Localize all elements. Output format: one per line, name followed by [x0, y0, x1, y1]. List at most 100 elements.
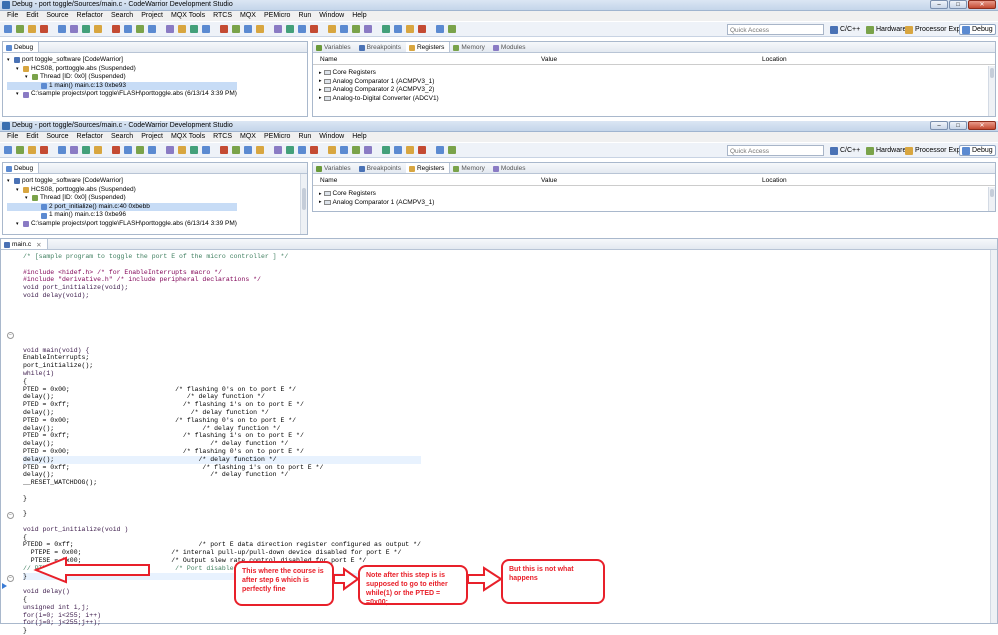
expand-toggle-icon[interactable]: ▾ [7, 177, 12, 186]
pin-icon[interactable] [364, 146, 372, 154]
column-location[interactable]: Location [762, 177, 787, 184]
expand-toggle-icon[interactable]: ▸ [319, 95, 322, 101]
drop-to-frame-icon[interactable] [148, 146, 156, 154]
register-group[interactable]: ▸ Analog Comparator 2 (ACMPV3_2) [319, 86, 434, 93]
code-line[interactable]: delay(); /* delay function */ [23, 409, 421, 417]
next-annotation-icon[interactable] [310, 146, 318, 154]
perspective-hardware[interactable]: Hardware [864, 145, 908, 156]
debug-scrollbar[interactable] [300, 174, 307, 234]
editor-scrollbar[interactable] [990, 250, 997, 623]
menu-edit[interactable]: Edit [22, 132, 42, 142]
code-line[interactable] [23, 300, 421, 308]
tab-registers[interactable]: Registers [405, 163, 451, 173]
debug-tree-item[interactable]: ▾ C:\sample projects\port toggle\FLASH\po… [7, 90, 237, 99]
code-line[interactable]: void delay(void); [23, 292, 421, 300]
tab-debug[interactable]: Debug [3, 163, 40, 173]
terminal-icon[interactable] [418, 146, 426, 154]
disconnect-icon[interactable] [94, 146, 102, 154]
debug-icon[interactable] [40, 25, 48, 33]
perspective-c-c-[interactable]: C/C++ [828, 24, 862, 35]
maximize-button[interactable]: □ [949, 0, 967, 9]
menu-source[interactable]: Source [42, 132, 72, 142]
code-line[interactable]: for(i=0; i<255; i++) [23, 612, 421, 620]
code-line[interactable]: { [23, 534, 421, 542]
registers-scrollbar[interactable] [988, 187, 995, 211]
memory-icon[interactable] [448, 25, 456, 33]
open-type-icon[interactable] [298, 25, 306, 33]
disconnect-icon[interactable] [94, 25, 102, 33]
build-icon[interactable] [256, 25, 264, 33]
code-line[interactable]: } [23, 627, 421, 635]
print-icon[interactable] [28, 146, 36, 154]
code-line[interactable]: #include <hidef.h> /* for EnableInterrup… [23, 269, 421, 277]
code-line[interactable]: __RESET_WATCHDOG(); [23, 479, 421, 487]
debug-tree-item[interactable]: ▾ Thread [ID: 0x0] (Suspended) [7, 73, 237, 82]
menu-project[interactable]: Project [137, 132, 167, 142]
code-line[interactable]: delay(); /* delay function */ [23, 440, 421, 448]
fold-toggle-icon[interactable]: − [7, 512, 14, 519]
expand-toggle-icon[interactable]: ▾ [16, 186, 21, 195]
link-icon[interactable] [394, 146, 402, 154]
tab-modules[interactable]: Modules [490, 163, 531, 173]
menu-search[interactable]: Search [107, 132, 137, 142]
window-1-titlebar[interactable]: Debug - port toggle/Sources/main.c - Cod… [0, 0, 998, 11]
code-line[interactable] [23, 487, 421, 495]
expand-toggle-icon[interactable]: ▸ [319, 87, 322, 93]
code-line[interactable]: PTESE = 0x00; /* Output slew rate contro… [23, 557, 421, 565]
step-over-icon[interactable] [124, 146, 132, 154]
open-type-icon[interactable] [298, 146, 306, 154]
edit-icon[interactable] [406, 146, 414, 154]
quick-access-input[interactable] [727, 24, 824, 35]
suspend-icon[interactable] [70, 25, 78, 33]
menu-pemicro[interactable]: PEMicro [260, 11, 294, 21]
code-line[interactable]: PTED = 0x00; /* flashing 0's on to port … [23, 448, 421, 456]
debug-tree-item[interactable]: ▾ Thread [ID: 0x0] (Suspended) [7, 194, 237, 203]
menu-help[interactable]: Help [348, 11, 370, 21]
tab-modules[interactable]: Modules [490, 42, 531, 52]
debug-tree-item[interactable]: ▾ HCS08, porttoggle.abs (Suspended) [7, 65, 237, 74]
code-line[interactable] [23, 308, 421, 316]
code-line[interactable]: delay(); /* delay function */ [23, 425, 421, 433]
new-icon[interactable] [4, 146, 12, 154]
register-group[interactable]: ▸ Analog Comparator 1 (ACMPV3_1) [319, 78, 434, 85]
menu-file[interactable]: File [3, 11, 22, 21]
next-annotation-icon[interactable] [310, 25, 318, 33]
tab-debug[interactable]: Debug [3, 42, 40, 52]
menu-mqx-tools[interactable]: MQX Tools [167, 132, 209, 142]
menu-run[interactable]: Run [294, 132, 315, 142]
code-line[interactable]: } [23, 495, 421, 503]
fold-toggle-icon[interactable]: − [7, 575, 14, 582]
search-icon[interactable] [286, 146, 294, 154]
register-icon[interactable] [436, 146, 444, 154]
perspective-debug[interactable]: Debug [959, 24, 996, 35]
code-line[interactable]: PTEDD = 0xff; /* port E data direction r… [23, 541, 421, 549]
tools-icon[interactable] [274, 146, 282, 154]
step-return-icon[interactable] [136, 146, 144, 154]
column-value[interactable]: Value [541, 177, 557, 184]
terminate-icon[interactable] [82, 146, 90, 154]
window-2-titlebar[interactable]: Debug - port toggle/Sources/main.c - Cod… [0, 121, 998, 132]
expand-toggle-icon[interactable]: ▸ [319, 199, 322, 205]
expand-toggle-icon[interactable]: ▾ [16, 90, 21, 99]
connect-icon[interactable] [232, 146, 240, 154]
refresh-icon[interactable] [382, 25, 390, 33]
expand-toggle-icon[interactable]: ▾ [25, 73, 30, 82]
code-line[interactable]: void port_initialize(void); [23, 284, 421, 292]
code-line[interactable]: #include "derivative.h" /* include perip… [23, 276, 421, 284]
prev-annotation-icon[interactable] [328, 146, 336, 154]
reset-icon[interactable] [190, 146, 198, 154]
save-icon[interactable] [16, 146, 24, 154]
terminal-icon[interactable] [418, 25, 426, 33]
menu-run[interactable]: Run [294, 11, 315, 21]
register-group[interactable]: ▸ Analog Comparator 1 (ACMPV3_1) [319, 199, 434, 206]
menu-help[interactable]: Help [348, 132, 370, 142]
tab-variables[interactable]: Variables [313, 163, 356, 173]
flash-icon[interactable] [244, 25, 252, 33]
run-icon[interactable] [202, 146, 210, 154]
menu-file[interactable]: File [3, 132, 22, 142]
use-step-filters-icon[interactable] [166, 25, 174, 33]
menu-edit[interactable]: Edit [22, 11, 42, 21]
expand-toggle-icon[interactable]: ▾ [7, 56, 12, 65]
debug-tree-item[interactable]: 1 main() main.c:13 0xbe93 [7, 81, 237, 91]
connect-icon[interactable] [232, 25, 240, 33]
